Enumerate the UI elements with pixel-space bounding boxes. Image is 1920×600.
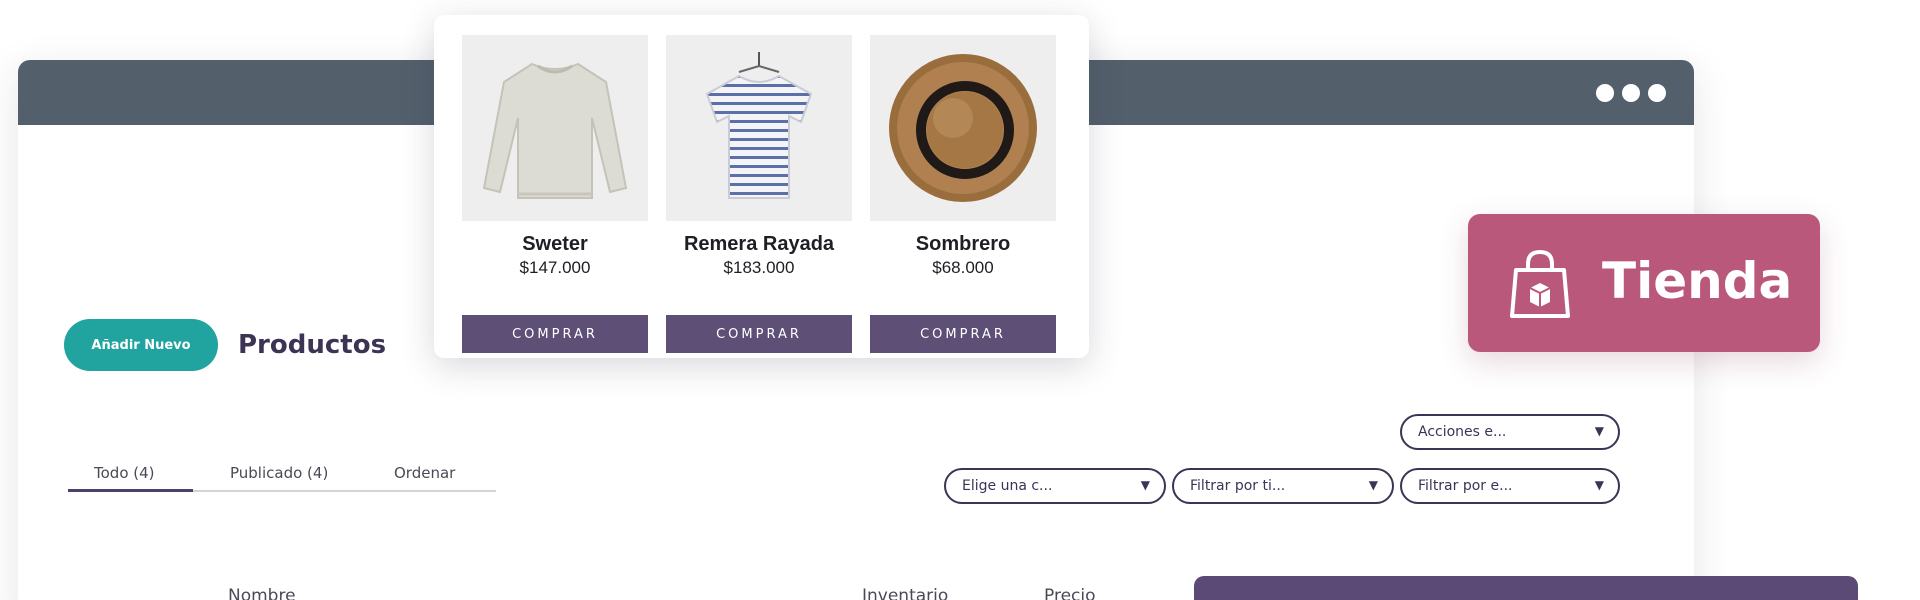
type-filter-select[interactable]: Filtrar por ti... ▼	[1172, 468, 1394, 504]
buy-button[interactable]: COMPRAR	[462, 315, 648, 353]
stock-filter-select[interactable]: Filtrar por e... ▼	[1400, 468, 1620, 504]
sweater-image[interactable]	[462, 35, 648, 221]
caret-down-icon: ▼	[1368, 478, 1378, 492]
type-filter-value: Filtrar por ti...	[1190, 478, 1286, 494]
column-header-price[interactable]: Precio	[1044, 586, 1096, 600]
straw-hat-image[interactable]	[870, 35, 1056, 221]
product-popup: Sweter $147.000 COMPRAR Remera Rayada $1…	[434, 15, 1089, 358]
dot-icon	[1596, 84, 1614, 102]
tab-all[interactable]: Todo (4)	[94, 464, 155, 482]
add-new-button[interactable]: Añadir Nuevo	[64, 319, 218, 371]
caret-down-icon: ▼	[1594, 478, 1604, 492]
tab-published[interactable]: Publicado (4)	[230, 464, 328, 482]
three-dots-icon[interactable]	[1596, 84, 1666, 102]
category-filter-value: Elige una c...	[962, 478, 1053, 494]
product-card: Remera Rayada $183.000 COMPRAR	[666, 35, 852, 353]
stock-filter-value: Filtrar por e...	[1418, 478, 1513, 494]
product-name: Sweter	[522, 233, 588, 255]
product-price: $147.000	[519, 258, 591, 277]
bottom-panel	[1194, 576, 1858, 600]
active-tab-indicator	[68, 489, 193, 492]
page-title: Productos	[238, 330, 387, 360]
status-tabs: Todo (4) Publicado (4) Ordenar	[68, 456, 496, 492]
shopping-bag-icon	[1510, 249, 1570, 318]
product-name: Remera Rayada	[683, 233, 835, 255]
store-badge[interactable]: Tienda	[1468, 214, 1820, 352]
product-price: $183.000	[723, 258, 795, 277]
product-price: $68.000	[932, 258, 994, 277]
product-card: Sweter $147.000 COMPRAR	[462, 35, 648, 353]
bulk-actions-value: Acciones e...	[1418, 424, 1507, 440]
store-badge-label: Tienda	[1602, 252, 1793, 310]
product-name: Sombrero	[915, 233, 1011, 255]
tab-sort[interactable]: Ordenar	[394, 464, 455, 482]
column-header-name[interactable]: Nombre	[228, 586, 296, 600]
category-filter-select[interactable]: Elige una c... ▼	[944, 468, 1166, 504]
column-header-inventory[interactable]: Inventario	[862, 586, 948, 600]
bulk-actions-select[interactable]: Acciones e... ▼	[1400, 414, 1620, 450]
dot-icon	[1622, 84, 1640, 102]
caret-down-icon: ▼	[1140, 478, 1150, 492]
caret-down-icon: ▼	[1594, 424, 1604, 438]
buy-button[interactable]: COMPRAR	[870, 315, 1056, 353]
product-card: Sombrero $68.000 COMPRAR	[870, 35, 1056, 353]
buy-button[interactable]: COMPRAR	[666, 315, 852, 353]
dot-icon	[1648, 84, 1666, 102]
striped-tshirt-image[interactable]	[666, 35, 852, 221]
